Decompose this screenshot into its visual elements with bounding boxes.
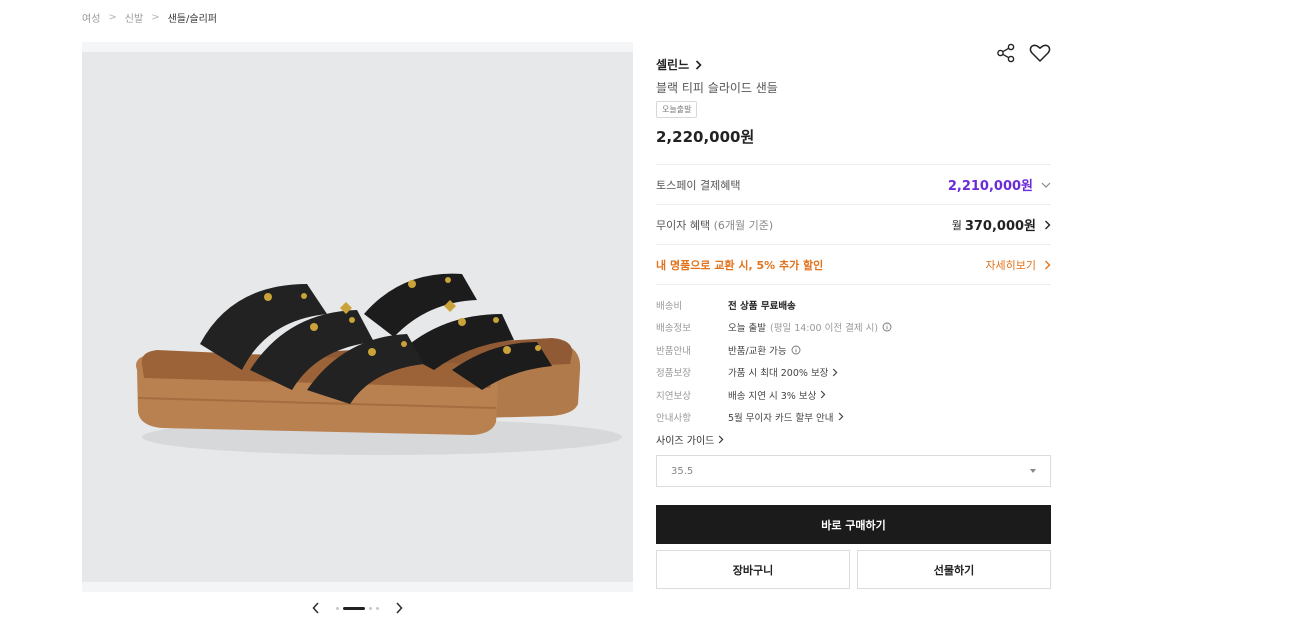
detail-value-sub: (평일 14:00 이전 결제 시) xyxy=(769,323,879,335)
detail-row-authenticity[interactable]: 정품보장 가품 시 최대 200% 보장 xyxy=(656,365,1051,387)
size-guide-link[interactable]: 사이즈 가이드 xyxy=(656,432,1051,447)
trade-in-promo-label: 내 명품으로 교환 시, 5% 추가 할인 xyxy=(656,258,824,272)
product-name: 블랙 티피 슬라이드 샌들 xyxy=(656,81,778,95)
breadcrumb: 여성 > 신발 > 샌들/슬리퍼 xyxy=(82,10,217,25)
detail-value: 반품/교환 가능 xyxy=(728,345,787,357)
detail-row-shipping-fee: 배송비 전 상품 무료배송 xyxy=(656,298,1051,320)
installment-price: 370,000원 xyxy=(964,219,1036,234)
chevron-right-icon xyxy=(833,368,838,377)
carousel-nav xyxy=(310,600,405,616)
detail-row-notice[interactable]: 안내사항 5월 무이자 카드 할부 안내 xyxy=(656,410,1051,432)
size-guide-label: 사이즈 가이드 xyxy=(656,436,715,448)
installment-prefix: 월 xyxy=(951,218,962,232)
product-image[interactable] xyxy=(82,52,633,582)
product-price: 2,220,000원 xyxy=(656,128,755,146)
gift-button[interactable]: 선물하기 xyxy=(857,550,1051,590)
detail-key: 정품보장 xyxy=(656,368,691,380)
detail-key: 배송정보 xyxy=(656,323,691,335)
breadcrumb-separator: > xyxy=(151,12,160,23)
sandal-illustration xyxy=(136,273,622,455)
add-to-cart-button[interactable]: 장바구니 xyxy=(656,550,850,590)
carousel-dots xyxy=(336,606,379,610)
detail-value: 오늘 출발 xyxy=(728,323,766,335)
carousel-dot[interactable] xyxy=(336,606,339,610)
trade-in-promo-link-label: 자세히보기 xyxy=(985,258,1036,272)
brand-name: 셀린느 xyxy=(656,58,690,72)
installment-value-group: 월 370,000원 xyxy=(952,215,1051,234)
detail-key: 지연보상 xyxy=(656,390,691,402)
size-select[interactable]: 35.5 xyxy=(656,455,1051,488)
detail-key: 배송비 xyxy=(656,301,683,312)
detail-row-returns: 반품안내 반품/교환 가능 xyxy=(656,343,1051,365)
chevron-right-icon xyxy=(696,59,702,70)
carousel-prev-button[interactable] xyxy=(310,600,322,616)
toss-benefit-row[interactable]: 토스페이 결제혜택 2,210,000원 xyxy=(656,164,1051,204)
installment-label: 무이자 혜택 xyxy=(656,218,711,232)
detail-value: 가품 시 최대 200% 보장 xyxy=(728,368,829,380)
delivery-details: 배송비 전 상품 무료배송 배송정보 오늘 출발 (평일 14:00 이전 결제… xyxy=(656,284,1051,432)
breadcrumb-item-sandals[interactable]: 샌들/슬리퍼 xyxy=(168,10,217,25)
installment-row[interactable]: 무이자 혜택 (6개월 기준) 월 370,000원 xyxy=(656,204,1051,244)
breadcrumb-item-shoes[interactable]: 신발 xyxy=(125,10,143,25)
info-icon[interactable] xyxy=(791,345,801,355)
size-select-value: 35.5 xyxy=(671,465,694,477)
detail-row-delay-compensation[interactable]: 지연보상 배송 지연 시 3% 보상 xyxy=(656,388,1051,410)
carousel-dot-active[interactable] xyxy=(343,606,365,610)
chevron-right-icon xyxy=(821,390,826,399)
share-button[interactable] xyxy=(995,42,1017,64)
detail-value-group: 배송 지연 시 3% 보상 xyxy=(728,388,826,402)
shipping-badge: 오늘출발 xyxy=(656,101,698,118)
detail-value: 전 상품 무료배송 xyxy=(728,301,796,312)
chevron-right-icon xyxy=(396,602,403,614)
detail-value-group: 가품 시 최대 200% 보장 xyxy=(728,365,838,379)
caret-down-icon xyxy=(1030,469,1036,474)
chevron-right-icon xyxy=(1045,220,1051,229)
toss-benefit-value-group: 2,210,000원 xyxy=(948,175,1051,194)
chevron-right-icon xyxy=(838,413,843,421)
chevron-right-icon xyxy=(1045,260,1051,269)
trade-in-promo-link[interactable]: 자세히보기 xyxy=(985,257,1051,273)
detail-value: 배송 지연 시 3% 보상 xyxy=(728,390,817,402)
toss-benefit-price: 2,210,000원 xyxy=(947,179,1033,194)
detail-key: 안내사항 xyxy=(656,412,691,424)
chevron-left-icon xyxy=(312,602,319,614)
detail-value-group: 오늘 출발 (평일 14:00 이전 결제 시) xyxy=(728,320,892,334)
installment-label-group: 무이자 혜택 (6개월 기준) xyxy=(656,217,773,233)
wishlist-button[interactable] xyxy=(1029,42,1051,64)
breadcrumb-item-women[interactable]: 여성 xyxy=(82,10,100,25)
info-icon[interactable] xyxy=(882,322,892,332)
breadcrumb-separator: > xyxy=(108,12,117,23)
trade-in-promo-row[interactable]: 내 명품으로 교환 시, 5% 추가 할인 자세히보기 xyxy=(656,244,1051,284)
share-icon xyxy=(997,43,1015,63)
product-gallery xyxy=(82,42,633,592)
buy-now-button[interactable]: 바로 구매하기 xyxy=(656,505,1051,545)
product-info: 셀린느 블랙 티피 슬라이드 샌들 오늘출발 2,220,000원 토스페이 결… xyxy=(656,40,1051,590)
detail-key: 반품안내 xyxy=(656,345,691,357)
detail-value: 5월 무이자 카드 할부 안내 xyxy=(728,412,834,424)
secondary-buttons: 장바구니 선물하기 xyxy=(656,550,1051,590)
chevron-right-icon xyxy=(719,435,724,444)
detail-row-shipping-info: 배송정보 오늘 출발 (평일 14:00 이전 결제 시) xyxy=(656,320,1051,342)
brand-link[interactable]: 셀린느 xyxy=(656,56,1051,73)
carousel-dot[interactable] xyxy=(369,606,372,610)
installment-label-sub: (6개월 기준) xyxy=(713,218,774,232)
carousel-dot[interactable] xyxy=(376,606,379,610)
detail-value-group: 5월 무이자 카드 할부 안내 xyxy=(728,410,844,424)
chevron-down-icon xyxy=(1041,182,1051,188)
toss-benefit-label: 토스페이 결제혜택 xyxy=(656,178,741,192)
heart-icon xyxy=(1029,44,1051,62)
detail-value-group: 반품/교환 가능 xyxy=(728,343,801,357)
product-actions xyxy=(995,42,1051,64)
carousel-next-button[interactable] xyxy=(393,600,405,616)
